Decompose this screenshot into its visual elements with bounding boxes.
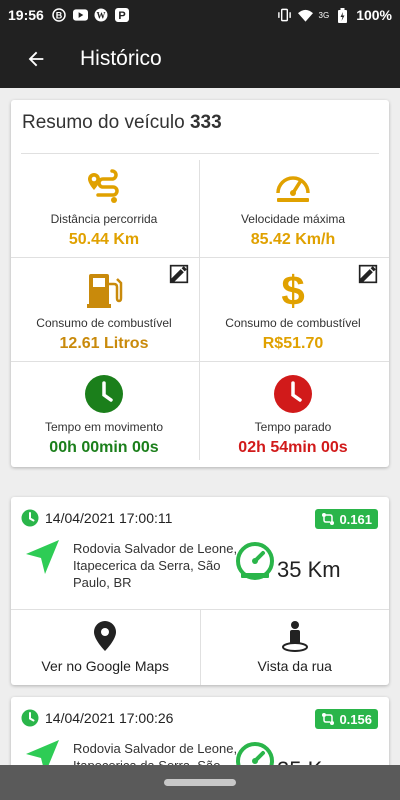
distance-label: Distância percorrida — [50, 212, 158, 226]
route-icon — [322, 713, 335, 725]
edit-icon — [169, 264, 189, 284]
stopped-time-label: Tempo parado — [254, 420, 332, 434]
divider — [11, 361, 389, 362]
notification-b-icon: B — [52, 8, 67, 23]
fuel-liters-stat: Consumo de combustível 12.61 Litros — [11, 260, 197, 360]
wifi-icon — [297, 8, 313, 23]
clock-red-icon — [273, 374, 313, 414]
max-speed-value: 85.42 Km/h — [250, 231, 336, 248]
back-arrow-icon — [28, 51, 44, 67]
fuel-cost-stat: $ Consumo de combustível R$51.70 — [200, 260, 386, 360]
clock-icon — [21, 509, 39, 527]
home-gesture-handle[interactable] — [164, 779, 236, 786]
max-speed-label: Velocidade máxima — [240, 212, 346, 226]
google-maps-button[interactable]: Ver no Google Maps — [11, 610, 200, 685]
wordpress-icon: W — [94, 8, 109, 23]
back-button[interactable] — [12, 35, 60, 83]
stopped-time-stat: Tempo parado 02h 54min 00s — [200, 364, 386, 464]
svg-text:$: $ — [281, 269, 304, 311]
trip-distance-badge: 0.156 — [315, 709, 378, 729]
summary-title: Resumo do veículo 333 — [22, 112, 222, 133]
fuel-pump-icon — [84, 270, 124, 310]
trip-address: Rodovia Salvador de Leone, Itapecerica d… — [73, 541, 238, 590]
trip-distance-badge: 0.161 — [315, 509, 378, 529]
edit-fuel-cost-button[interactable] — [358, 264, 380, 286]
fuel-liters-value: 12.61 Litros — [59, 335, 149, 352]
svg-text:P: P — [119, 10, 126, 22]
trip-datetime: 14/04/2021 17:00:11 — [21, 509, 172, 527]
vehicle-summary-card: Resumo do veículo 333 Distância percorri… — [11, 100, 389, 467]
vehicle-id: 333 — [189, 112, 222, 133]
navigation-arrow-icon — [26, 540, 59, 574]
speedometer-icon — [274, 166, 312, 206]
system-nav-bar — [0, 765, 400, 800]
moving-time-label: Tempo em movimento — [44, 420, 164, 434]
moving-time-stat: Tempo em movimento 00h 00min 00s — [11, 364, 197, 464]
street-view-button[interactable]: Vista da rua — [199, 610, 390, 685]
trip-actions: Ver no Google Maps Vista da rua — [11, 609, 389, 685]
stopped-time-value: 02h 54min 00s — [238, 439, 348, 456]
moving-time-value: 00h 00min 00s — [49, 439, 159, 456]
network-type: 3G — [318, 10, 330, 20]
battery-icon — [335, 7, 350, 23]
edit-fuel-liters-button[interactable] — [169, 264, 191, 286]
battery-percent: 100% — [356, 7, 392, 23]
speedometer-icon — [236, 542, 274, 580]
distance-stat: Distância percorrida 50.44 Km — [11, 156, 197, 256]
svg-text:W: W — [97, 11, 106, 21]
street-view-icon — [281, 621, 308, 652]
max-speed-stat: Velocidade máxima 85.42 Km/h — [200, 156, 386, 256]
trip-datetime: 14/04/2021 17:00:26 — [21, 709, 173, 727]
fuel-cost-label: Consumo de combustível — [225, 316, 361, 330]
app-bar: Histórico — [0, 30, 400, 88]
status-bar: 19:56 B W P 3G 100% — [0, 0, 400, 30]
clock-icon — [21, 709, 39, 727]
fuel-cost-value: R$51.70 — [262, 335, 324, 352]
map-pin-icon — [94, 621, 117, 651]
edit-icon — [358, 264, 378, 284]
youtube-icon — [72, 8, 88, 23]
trip-card: 14/04/2021 17:00:11 0.161 Rodovia Salvad… — [11, 497, 389, 685]
divider — [11, 257, 389, 258]
fuel-liters-label: Consumo de combustível — [36, 316, 172, 330]
vibrate-icon — [277, 8, 292, 23]
status-time: 19:56 — [8, 7, 44, 23]
clock-green-icon — [84, 374, 124, 414]
svg-text:B: B — [56, 11, 63, 21]
trip-distance: 35 Km — [277, 557, 341, 582]
distance-value: 50.44 Km — [68, 231, 140, 248]
route-icon — [85, 166, 123, 206]
route-icon — [322, 513, 335, 525]
dollar-icon: $ — [278, 269, 308, 311]
page-title: Histórico — [80, 47, 162, 70]
app-p-icon: P — [115, 8, 130, 23]
divider — [21, 153, 379, 154]
